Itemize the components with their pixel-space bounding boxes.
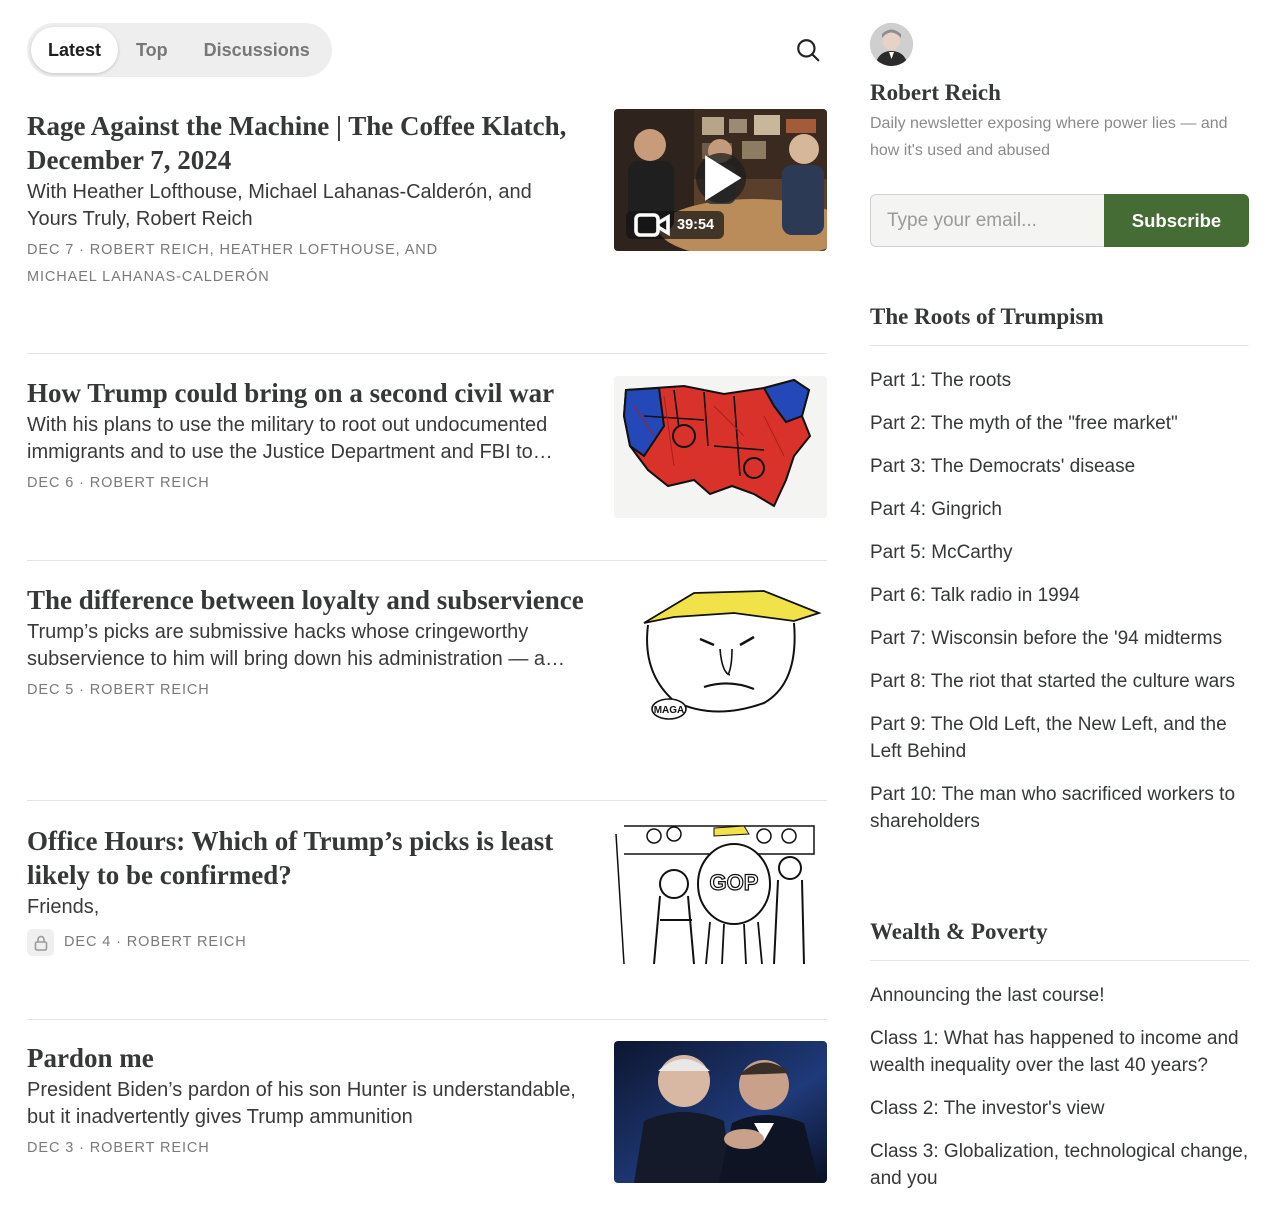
- post-subtitle: Trump’s picks are submissive hacks whose…: [27, 621, 566, 670]
- section-list: Part 1: The roots Part 2: The myth of th…: [870, 367, 1249, 835]
- section-item[interactable]: Part 3: The Democrats' disease: [870, 453, 1249, 480]
- tab-top[interactable]: Top: [118, 27, 186, 73]
- tab-discussions[interactable]: Discussions: [186, 27, 328, 73]
- post-title[interactable]: How Trump could bring on a second civil …: [27, 376, 587, 410]
- lock-icon: [27, 929, 54, 956]
- post-item[interactable]: Office Hours: Which of Trump’s picks is …: [27, 824, 827, 974]
- post-item[interactable]: Pardon me President Biden’s pardon of hi…: [27, 1041, 827, 1191]
- post-subtitle: Friends,: [27, 896, 100, 918]
- section-item[interactable]: Part 2: The myth of the "free market": [870, 410, 1249, 437]
- video-duration: 39:54: [677, 217, 715, 233]
- section-item[interactable]: Part 5: McCarthy: [870, 539, 1249, 566]
- post-divider: [27, 560, 827, 561]
- biden-hunter-photo: [614, 1041, 827, 1183]
- post-thumbnail[interactable]: MAGA: [614, 583, 827, 725]
- post-text: Office Hours: Which of Trump’s picks is …: [27, 824, 587, 956]
- cartoon-label: MAGA: [654, 705, 685, 716]
- section-item[interactable]: Class 2: The investor's view: [870, 1095, 1249, 1122]
- subscribe-form: Subscribe: [870, 194, 1249, 247]
- post-subtitle: With Heather Lofthouse, Michael Lahanas-…: [27, 181, 532, 230]
- section-item[interactable]: Part 9: The Old Left, the New Left, and …: [870, 711, 1249, 765]
- post-title[interactable]: Office Hours: Which of Trump’s picks is …: [27, 824, 587, 892]
- section-item[interactable]: Part 1: The roots: [870, 367, 1249, 394]
- play-button[interactable]: [696, 153, 746, 203]
- post-meta: DEC 4 · ROBERT REICH: [64, 934, 247, 950]
- post-text: Rage Against the Machine | The Coffee Kl…: [27, 109, 587, 291]
- post-divider: [27, 800, 827, 801]
- post-subtitle: President Biden’s pardon of his son Hunt…: [27, 1079, 576, 1128]
- post-item[interactable]: How Trump could bring on a second civil …: [27, 376, 827, 526]
- publication-sidebar: Robert Reich Daily newsletter exposing w…: [870, 23, 1249, 1189]
- section-wealth-poverty: Wealth & Poverty Announcing the last cou…: [870, 916, 1249, 1208]
- section-title[interactable]: Wealth & Poverty: [870, 916, 1249, 961]
- search-button[interactable]: [788, 30, 828, 70]
- gop-cartoon-image: GOP: [614, 824, 827, 966]
- post-text: Pardon me President Biden’s pardon of hi…: [27, 1041, 587, 1162]
- subscribe-button[interactable]: Subscribe: [1104, 194, 1249, 247]
- post-meta: DEC 5 · ROBERT REICH: [27, 682, 210, 698]
- section-list: Announcing the last course! Class 1: Wha…: [870, 982, 1249, 1192]
- video-duration-badge: 39:54: [626, 211, 725, 239]
- section-title[interactable]: The Roots of Trumpism: [870, 301, 1249, 346]
- avatar[interactable]: [870, 23, 913, 66]
- feed-tabs: Latest Top Discussions: [27, 23, 332, 77]
- post-meta-row: DEC 4 · ROBERT REICH: [27, 929, 587, 956]
- post-title[interactable]: The difference between loyalty and subse…: [27, 583, 587, 617]
- post-thumbnail[interactable]: [614, 376, 827, 518]
- post-divider: [27, 1019, 827, 1020]
- us-map-cartoon-image: [614, 376, 827, 518]
- play-icon: [705, 155, 742, 201]
- section-item[interactable]: Part 6: Talk radio in 1994: [870, 582, 1249, 609]
- email-field[interactable]: [870, 194, 1104, 247]
- post-text: How Trump could bring on a second civil …: [27, 376, 587, 497]
- post-thumbnail[interactable]: GOP: [614, 824, 827, 966]
- search-icon: [797, 39, 820, 62]
- publication-description: Daily newsletter exposing where power li…: [870, 115, 1228, 159]
- post-meta: DEC 6 · ROBERT REICH: [27, 475, 210, 491]
- section-roots-of-trumpism: The Roots of Trumpism Part 1: The roots …: [870, 301, 1249, 851]
- post-title[interactable]: Rage Against the Machine | The Coffee Kl…: [27, 109, 587, 177]
- post-meta: DEC 3 · ROBERT REICH: [27, 1140, 210, 1156]
- post-video-thumbnail[interactable]: 39:54: [614, 109, 827, 251]
- section-item[interactable]: Announcing the last course!: [870, 982, 1249, 1009]
- tab-latest[interactable]: Latest: [31, 27, 119, 73]
- author-photo: [870, 23, 913, 66]
- trump-cartoon-image: MAGA: [614, 583, 827, 725]
- publication-name[interactable]: Robert Reich: [870, 78, 1249, 108]
- post-subtitle: With his plans to use the military to ro…: [27, 414, 553, 463]
- section-item[interactable]: Class 3: Globalization, technological ch…: [870, 1138, 1249, 1192]
- post-divider: [27, 353, 827, 354]
- post-item[interactable]: Rage Against the Machine | The Coffee Kl…: [27, 109, 827, 309]
- feed-header: Latest Top Discussions: [27, 23, 827, 77]
- post-item[interactable]: The difference between loyalty and subse…: [27, 583, 827, 763]
- post-title[interactable]: Pardon me: [27, 1041, 587, 1075]
- section-item[interactable]: Part 8: The riot that started the cultur…: [870, 668, 1249, 695]
- section-item[interactable]: Part 10: The man who sacrificed workers …: [870, 781, 1249, 835]
- post-feed: Latest Top Discussions Rage Against the …: [27, 23, 827, 1183]
- post-thumbnail[interactable]: [614, 1041, 827, 1183]
- section-item[interactable]: Part 4: Gingrich: [870, 496, 1249, 523]
- post-text: The difference between loyalty and subse…: [27, 583, 587, 704]
- video-camera-icon: [634, 213, 670, 237]
- post-meta: DEC 7 · ROBERT REICH, HEATHER LOFTHOUSE,…: [27, 242, 439, 285]
- cartoon-label: GOP: [710, 870, 759, 895]
- section-item[interactable]: Class 1: What has happened to income and…: [870, 1025, 1249, 1079]
- section-item[interactable]: Part 7: Wisconsin before the '94 midterm…: [870, 625, 1249, 652]
